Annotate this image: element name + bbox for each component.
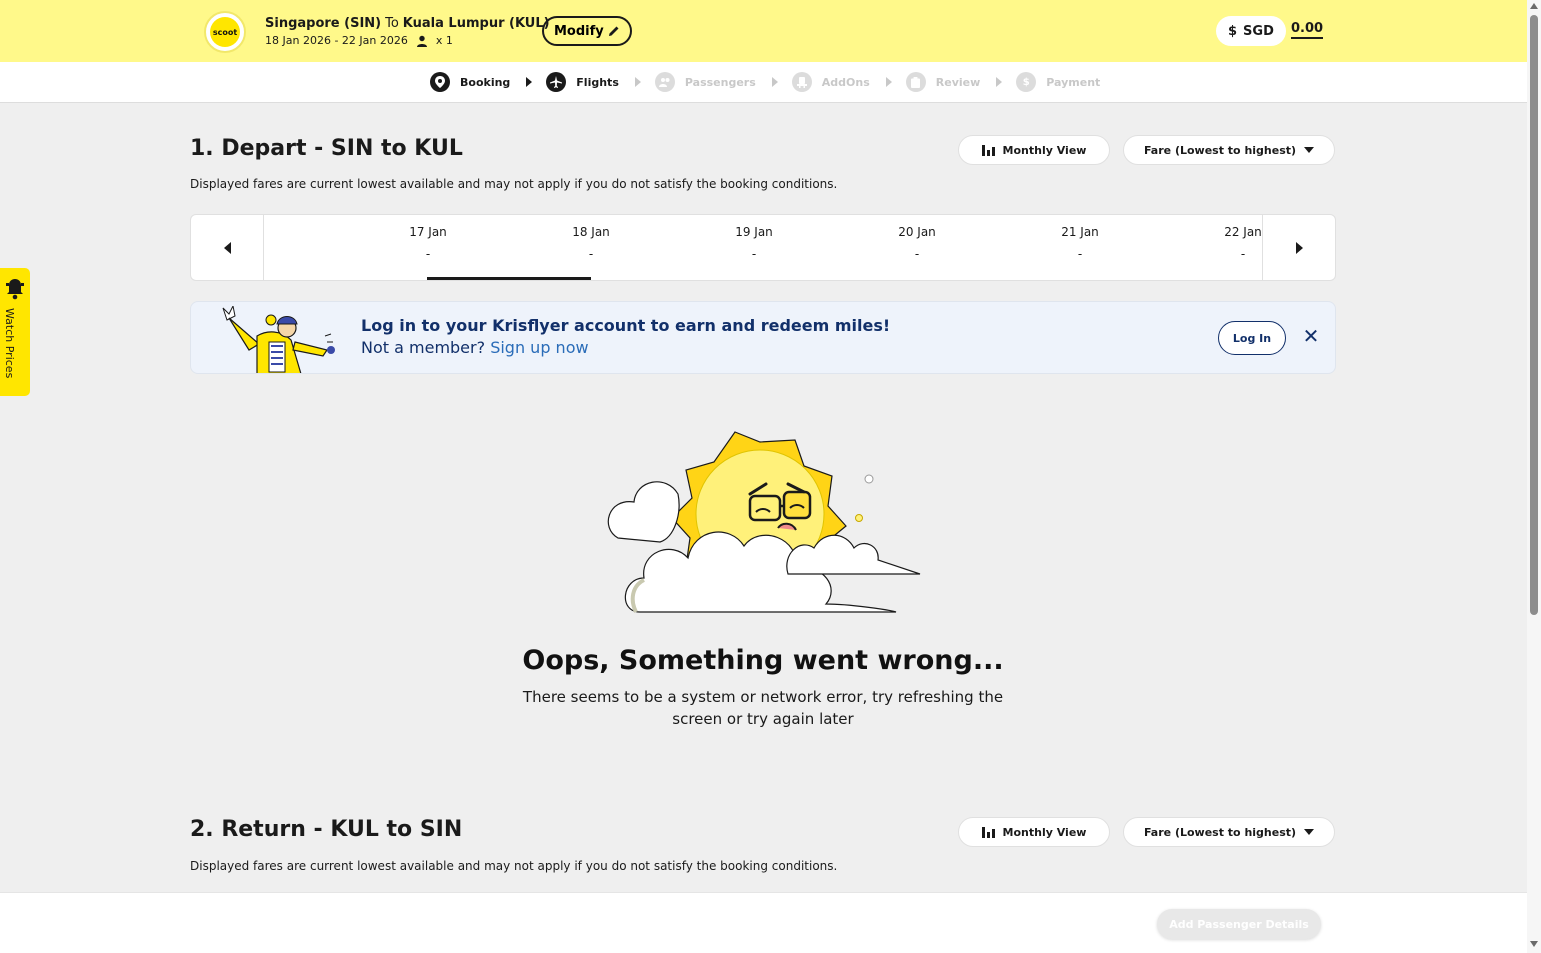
- plane-icon: [546, 72, 567, 92]
- scroll-up-icon[interactable]: [1530, 3, 1538, 9]
- sad-sun-cloud-illustration: [607, 431, 921, 613]
- scroll-down-icon[interactable]: [1530, 941, 1538, 947]
- add-passenger-details-button[interactable]: Add Passenger Details: [1157, 909, 1321, 939]
- origin-label: Singapore (SIN): [265, 16, 382, 31]
- date-cell[interactable]: 21 Jan -: [916, 215, 1099, 280]
- step-review: Review: [905, 72, 981, 92]
- passengers-icon: [654, 72, 675, 92]
- modify-button[interactable]: Modify: [542, 16, 632, 46]
- map-pin-icon: [430, 72, 450, 92]
- sort-label: Fare (Lowest to highest): [1143, 143, 1297, 157]
- krisflyer-mascot-illustration: [222, 306, 335, 373]
- return-sort-dropdown[interactable]: Fare (Lowest to highest): [1123, 817, 1335, 847]
- currency-label: SGD: [1243, 23, 1274, 39]
- sort-label: Fare (Lowest to highest): [1143, 825, 1297, 839]
- top-header: scoot Singapore (SIN) To Kuala Lumpur (KUL…: [0, 0, 1527, 62]
- scroll-thumb[interactable]: [1530, 15, 1538, 615]
- step-arrow-icon: [885, 77, 892, 87]
- destination-label: Kuala Lumpur (KUL): [402, 16, 550, 31]
- krisflyer-signup-line: Not a member? Sign up now: [361, 338, 589, 357]
- steps-list: Booking Flights Passengers AddOns Review…: [430, 72, 1100, 92]
- step-payment: $ Payment: [1016, 72, 1100, 92]
- clipboard-icon: [905, 72, 926, 92]
- step-arrow-icon: [771, 77, 778, 87]
- next-dates-button[interactable]: [1262, 215, 1335, 280]
- step-flights[interactable]: Flights: [546, 72, 619, 92]
- signup-link[interactable]: Sign up now: [490, 338, 588, 357]
- bell-icon: [6, 279, 24, 300]
- step-addons: AddOns: [791, 72, 870, 92]
- page-scrollbar[interactable]: [1527, 0, 1541, 953]
- close-icon[interactable]: ✕: [1299, 324, 1323, 348]
- krisflyer-title: Log in to your Krisflyer account to earn…: [361, 316, 891, 335]
- modify-label: Modify: [554, 23, 604, 39]
- date-cell[interactable]: 17 Jan -: [264, 215, 447, 280]
- error-message: There seems to be a system or network er…: [522, 688, 1004, 728]
- step-passengers: Passengers: [654, 72, 756, 92]
- scoot-logo[interactable]: scoot: [204, 11, 246, 53]
- error-title: Oops, Something went wrong...: [522, 645, 1004, 676]
- step-booking[interactable]: Booking: [430, 72, 510, 92]
- route-summary: Singapore (SIN) To Kuala Lumpur (KUL): [265, 16, 550, 31]
- pencil-icon: [608, 26, 619, 36]
- caret-down-icon: [1304, 147, 1315, 153]
- arrow-left-icon: [223, 241, 231, 254]
- total-fare[interactable]: 0.00: [1291, 21, 1324, 39]
- to-label: To: [385, 16, 399, 31]
- prev-dates-button[interactable]: [191, 215, 264, 280]
- booking-stepper: Booking Flights Passengers AddOns Review…: [0, 62, 1527, 103]
- step-label: Passengers: [684, 75, 756, 89]
- step-arrow-icon: [996, 77, 1003, 87]
- bar-chart-icon: [981, 826, 995, 838]
- monthly-view-label: Monthly View: [1002, 825, 1087, 839]
- bar-chart-icon: [981, 144, 995, 156]
- currency-selector[interactable]: $ SGD: [1216, 16, 1286, 46]
- step-label: Payment: [1046, 75, 1101, 89]
- not-member-text: Not a member?: [361, 338, 486, 357]
- depart-date-strip: 17 Jan - 18 Jan - 19 Jan - 20 Jan - 21 J…: [190, 214, 1336, 281]
- person-icon: [416, 35, 427, 47]
- step-arrow-icon: [634, 77, 641, 87]
- return-monthly-view-button[interactable]: Monthly View: [958, 817, 1110, 847]
- step-label: Review: [935, 75, 981, 89]
- travel-dates: 18 Jan 2026 - 22 Jan 2026: [265, 34, 408, 47]
- footer-bar: Add Passenger Details: [0, 892, 1527, 953]
- krisflyer-login-button[interactable]: Log In: [1218, 321, 1286, 355]
- return-fare-disclaimer: Displayed fares are current lowest avail…: [190, 859, 838, 873]
- dollar-icon: $: [1228, 23, 1238, 39]
- watch-prices-tab[interactable]: Watch Prices: [0, 268, 30, 396]
- depart-monthly-view-button[interactable]: Monthly View: [958, 135, 1110, 165]
- date-cell-selected[interactable]: 18 Jan -: [427, 215, 610, 280]
- passenger-count: x 1: [435, 34, 453, 47]
- date-cell[interactable]: 22 Jan -: [1079, 215, 1262, 280]
- depart-section-title: 1. Depart - SIN to KUL: [190, 136, 463, 161]
- step-label: AddOns: [821, 75, 870, 89]
- depart-fare-disclaimer: Displayed fares are current lowest avail…: [190, 177, 838, 191]
- arrow-right-icon: [1295, 241, 1303, 254]
- date-cell[interactable]: 19 Jan -: [590, 215, 773, 280]
- depart-sort-dropdown[interactable]: Fare (Lowest to highest): [1123, 135, 1335, 165]
- step-arrow-icon: [526, 77, 533, 87]
- date-list: 17 Jan - 18 Jan - 19 Jan - 20 Jan - 21 J…: [264, 215, 1262, 280]
- return-section-title: 2. Return - KUL to SIN: [190, 817, 463, 842]
- logo-text: scoot: [210, 17, 240, 47]
- seat-icon: [791, 72, 812, 92]
- date-cell[interactable]: 20 Jan -: [753, 215, 936, 280]
- step-label: Flights: [576, 75, 619, 89]
- caret-down-icon: [1304, 829, 1315, 835]
- step-label: Booking: [460, 75, 511, 89]
- watch-prices-label: Watch Prices: [3, 308, 16, 379]
- krisflyer-banner: Log in to your Krisflyer account to earn…: [190, 301, 1336, 374]
- dollar-icon: $: [1016, 72, 1037, 92]
- monthly-view-label: Monthly View: [1002, 143, 1087, 157]
- trip-meta: 18 Jan 2026 - 22 Jan 2026 x 1: [265, 34, 453, 47]
